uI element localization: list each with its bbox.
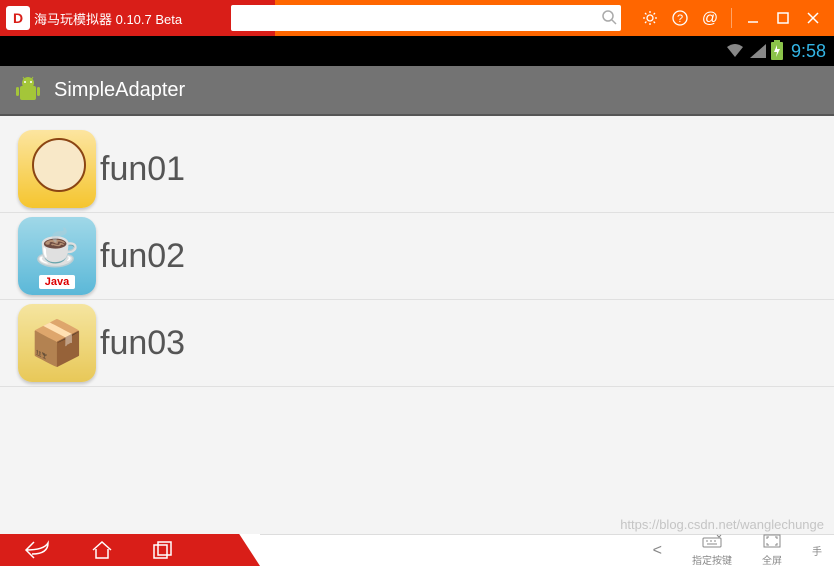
list-item-icon-box (18, 304, 96, 382)
android-robot-icon (12, 74, 44, 106)
keyboard-label: 指定按键 (692, 552, 732, 567)
phone-button[interactable]: 手 (812, 543, 822, 558)
search-input[interactable] (231, 5, 621, 31)
list-item-text: fun03 (100, 324, 185, 363)
app-content: fun01 fun02 fun03 (0, 116, 834, 534)
bottom-tools: < 指定按键 全屏 手 (260, 534, 834, 566)
back-arrow-button[interactable]: < (653, 543, 662, 559)
fullscreen-button[interactable]: 全屏 (762, 534, 782, 567)
phone-label: 手 (812, 543, 822, 558)
keyboard-button[interactable]: 指定按键 (692, 534, 732, 567)
back-icon[interactable] (24, 540, 52, 560)
at-icon[interactable]: @ (701, 9, 719, 27)
separator (731, 8, 732, 28)
list-item-icon-java (18, 217, 96, 295)
emulator-titlebar-right: ? @ (629, 0, 834, 36)
list-item-icon-chef (18, 130, 96, 208)
emulator-title: 海马玩模拟器 0.10.7 Beta (34, 9, 182, 28)
battery-icon (771, 42, 783, 60)
chevron-left-icon: < (653, 543, 662, 559)
help-icon[interactable]: ? (671, 9, 689, 27)
svg-text:@: @ (702, 10, 718, 26)
svg-text:?: ? (677, 13, 683, 25)
emulator-titlebar-left: D 海马玩模拟器 0.10.7 Beta (0, 0, 223, 36)
fullscreen-label: 全屏 (762, 552, 782, 567)
list-item[interactable]: fun03 (0, 300, 834, 387)
app-actionbar: SimpleAdapter (0, 66, 834, 116)
emulator-logo: D (6, 6, 30, 30)
recent-apps-icon[interactable] (152, 540, 174, 560)
wifi-icon (725, 43, 745, 59)
gear-icon[interactable] (641, 9, 659, 27)
list-item-text: fun01 (100, 150, 185, 189)
android-statusbar: 9:58 (0, 36, 834, 66)
list-item[interactable]: fun02 (0, 213, 834, 300)
fullscreen-icon (763, 534, 781, 552)
status-time: 9:58 (791, 41, 826, 62)
home-icon[interactable] (90, 540, 114, 560)
list-item[interactable]: fun01 (0, 126, 834, 213)
bottom-nav (0, 534, 260, 566)
emulator-bottombar: < 指定按键 全屏 手 (0, 534, 834, 566)
list-item-text: fun02 (100, 237, 185, 276)
signal-icon (749, 43, 767, 59)
search-wrap (223, 5, 629, 31)
close-icon[interactable] (804, 9, 822, 27)
maximize-icon[interactable] (774, 9, 792, 27)
minimize-icon[interactable] (744, 9, 762, 27)
emulator-titlebar: D 海马玩模拟器 0.10.7 Beta ? @ (0, 0, 834, 36)
app-title: SimpleAdapter (54, 79, 185, 102)
keyboard-icon (702, 534, 722, 552)
